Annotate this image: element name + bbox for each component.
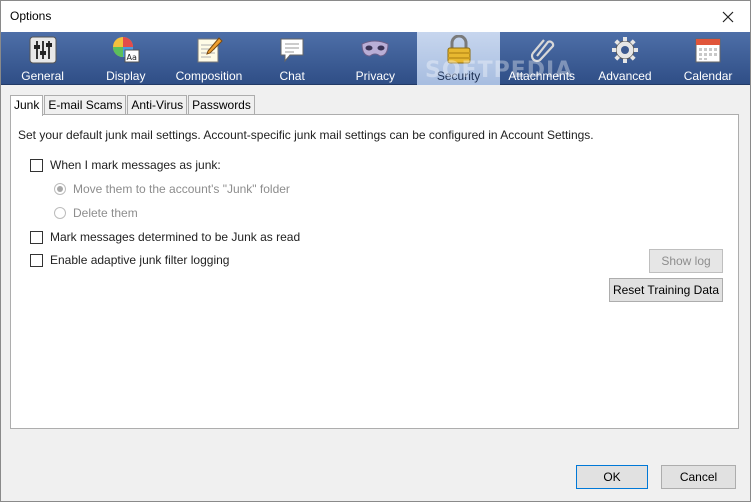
logging-checkbox[interactable] — [30, 253, 43, 267]
pane-display[interactable]: Aa Display — [84, 32, 167, 85]
mask-icon — [360, 35, 390, 65]
security-subtabs: Junk E-mail Scams Anti-Virus Passwords — [10, 95, 256, 116]
pane-label: General — [21, 69, 64, 83]
window-title: Options — [10, 9, 52, 23]
title-bar: Options — [1, 1, 750, 32]
pane-advanced[interactable]: Advanced — [583, 32, 666, 85]
show-log-button[interactable]: Show log — [649, 249, 723, 273]
reset-training-data-button[interactable]: Reset Training Data — [609, 278, 723, 302]
ok-button[interactable]: OK — [576, 465, 648, 489]
pane-label: Chat — [279, 69, 305, 83]
pane-label: Composition — [175, 69, 243, 83]
pane-label: Calendar — [683, 69, 733, 83]
preferences-toolbar: General Aa Display Composition Chat Priv… — [1, 32, 750, 85]
mark-as-junk-label: When I mark messages as junk: — [50, 158, 221, 172]
delete-option-radio[interactable] — [54, 207, 66, 219]
logging-row: Enable adaptive junk filter logging — [30, 253, 229, 267]
pane-label: Advanced — [598, 69, 652, 83]
mark-read-label: Mark messages determined to be Junk as r… — [50, 230, 301, 244]
pane-label: Attachments — [508, 69, 576, 83]
move-option-row: Move them to the account's "Junk" folder — [54, 182, 290, 196]
speech-bubble-icon — [277, 35, 307, 65]
svg-text:Aa: Aa — [126, 53, 136, 62]
options-window: Options General Aa Display Composition C… — [0, 0, 751, 502]
gear-icon — [610, 35, 640, 65]
junk-description: Set your default junk mail settings. Acc… — [18, 128, 594, 142]
calendar-icon — [693, 35, 723, 65]
tab-anti-virus[interactable]: Anti-Virus — [127, 95, 188, 115]
delete-option-label: Delete them — [73, 206, 138, 220]
paperclip-icon — [527, 35, 557, 65]
pane-general[interactable]: General — [1, 32, 84, 85]
pane-attachments[interactable]: Attachments — [500, 32, 583, 85]
close-button[interactable] — [706, 1, 750, 32]
cancel-button[interactable]: Cancel — [661, 465, 736, 489]
mark-as-junk-checkbox[interactable] — [30, 158, 43, 172]
pane-calendar[interactable]: Calendar — [667, 32, 750, 85]
notepad-pen-icon — [194, 35, 224, 65]
tab-junk[interactable]: Junk — [10, 95, 44, 116]
mark-read-row: Mark messages determined to be Junk as r… — [30, 230, 300, 244]
pane-label: Security — [436, 69, 481, 83]
sliders-icon — [28, 35, 58, 65]
pane-security[interactable]: Security — [416, 32, 501, 85]
tab-passwords[interactable]: Passwords — [188, 95, 255, 115]
move-option-radio[interactable] — [54, 183, 66, 195]
pane-privacy[interactable]: Privacy — [334, 32, 417, 85]
padlock-icon — [444, 35, 474, 65]
logging-label: Enable adaptive junk filter logging — [50, 253, 230, 267]
mark-as-junk-row: When I mark messages as junk: — [30, 158, 221, 172]
pane-chat[interactable]: Chat — [251, 32, 334, 85]
color-wheel-icon: Aa — [111, 35, 141, 65]
delete-option-row: Delete them — [54, 206, 138, 220]
pane-label: Privacy — [355, 69, 396, 83]
pane-label: Display — [106, 69, 146, 83]
tab-email-scams[interactable]: E-mail Scams — [44, 95, 127, 115]
pane-composition[interactable]: Composition — [167, 32, 250, 85]
mark-read-checkbox[interactable] — [30, 230, 43, 244]
close-icon — [722, 11, 734, 22]
move-option-label: Move them to the account's "Junk" folder — [73, 182, 290, 196]
